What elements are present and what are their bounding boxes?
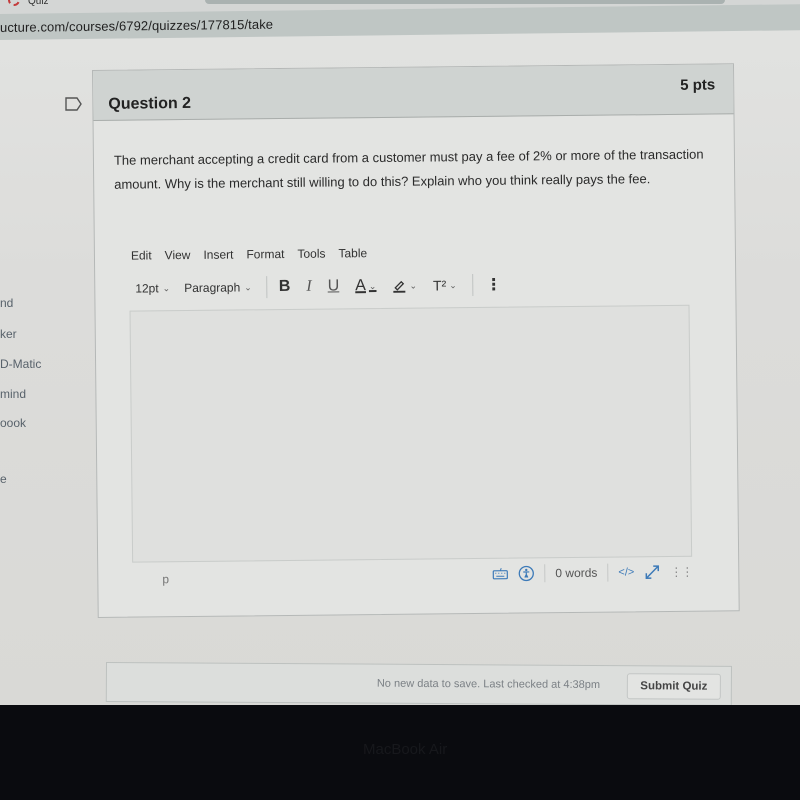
question-card: Question 2 5 pts The merchant accepting … bbox=[92, 63, 740, 618]
more-options-button[interactable]: ⋮ bbox=[486, 275, 502, 295]
sidebar-item[interactable]: oook bbox=[0, 416, 26, 430]
sidebar-item[interactable]: e bbox=[0, 472, 7, 486]
accessibility-icon bbox=[518, 565, 535, 582]
keyboard-shortcuts-button[interactable] bbox=[492, 568, 509, 580]
editor-toolbar: 12pt ⌄ Paragraph ⌄ B I U A ⌄ ⌄ T² ⌄ ⋮ bbox=[135, 272, 518, 302]
menu-insert[interactable]: Insert bbox=[203, 248, 233, 262]
editor-statusbar: p 0 words </> ⋮⋮ bbox=[132, 561, 692, 593]
superscript-button[interactable]: T² ⌄ bbox=[433, 277, 457, 293]
resize-handle-icon[interactable]: ⋮⋮ bbox=[670, 565, 692, 579]
sidebar-item[interactable]: ker bbox=[0, 327, 17, 341]
statusbar-tools: 0 words </> ⋮⋮ bbox=[492, 563, 692, 583]
font-size-value: 12pt bbox=[135, 281, 159, 296]
chevron-down-icon: ⌄ bbox=[449, 279, 457, 290]
chevron-down-icon: ⌄ bbox=[368, 280, 377, 291]
toolbar-divider bbox=[472, 274, 474, 297]
editor-menubar: Edit View Insert Format Tools Table bbox=[131, 246, 367, 262]
sidebar-item[interactable]: nd bbox=[0, 296, 13, 310]
toolbar-divider bbox=[265, 276, 267, 299]
fullscreen-button[interactable] bbox=[644, 564, 660, 580]
chevron-down-icon: ⌄ bbox=[244, 281, 252, 292]
text-color-icon: A bbox=[355, 277, 366, 295]
autosave-status: No new data to save. Last checked at 4:3… bbox=[376, 677, 601, 692]
tab-favicon-icon bbox=[8, 0, 20, 6]
word-count: 0 words bbox=[555, 565, 598, 581]
statusbar-divider bbox=[607, 563, 609, 582]
expand-icon bbox=[645, 565, 660, 579]
highlighter-icon bbox=[393, 280, 406, 293]
menu-format[interactable]: Format bbox=[246, 247, 284, 261]
question-text: The merchant accepting a credit card fro… bbox=[113, 146, 704, 192]
menu-view[interactable]: View bbox=[165, 248, 191, 262]
accessibility-checker-button[interactable] bbox=[518, 565, 535, 582]
menu-tools[interactable]: Tools bbox=[297, 247, 325, 261]
device-label: MacBook Air bbox=[363, 741, 448, 758]
sidebar-item[interactable]: mind bbox=[0, 387, 26, 401]
font-size-select[interactable]: 12pt ⌄ bbox=[135, 281, 170, 295]
answer-editor[interactable] bbox=[129, 304, 693, 563]
text-color-button[interactable]: A ⌄ bbox=[355, 277, 376, 295]
active-tab[interactable] bbox=[205, 0, 725, 4]
question-header: Question 2 5 pts bbox=[93, 64, 734, 121]
quiz-footer: No new data to save. Last checked at 4:3… bbox=[105, 662, 732, 706]
bold-button[interactable]: B bbox=[279, 278, 291, 296]
question-points: 5 pts bbox=[680, 76, 716, 94]
statusbar-divider bbox=[544, 564, 546, 583]
flag-question-icon[interactable] bbox=[65, 97, 83, 111]
underline-button[interactable]: U bbox=[328, 277, 340, 295]
chevron-down-icon: ⌄ bbox=[162, 282, 171, 293]
sidebar-item[interactable]: D-Matic bbox=[0, 357, 41, 371]
submit-quiz-button[interactable]: Submit Quiz bbox=[626, 673, 721, 700]
highlight-color-button[interactable]: ⌄ bbox=[392, 279, 417, 293]
question-title: Question 2 bbox=[108, 94, 192, 113]
menu-edit[interactable]: Edit bbox=[131, 248, 152, 262]
block-format-select[interactable]: Paragraph ⌄ bbox=[184, 280, 252, 295]
superscript-icon: T² bbox=[432, 277, 447, 294]
chevron-down-icon: ⌄ bbox=[409, 280, 418, 291]
laptop-bezel: MacBook Air bbox=[0, 705, 800, 800]
menu-table[interactable]: Table bbox=[338, 246, 367, 260]
italic-button[interactable]: I bbox=[306, 278, 312, 296]
block-format-value: Paragraph bbox=[184, 280, 241, 296]
tab-title[interactable]: Quiz bbox=[28, 0, 49, 7]
element-path[interactable]: p bbox=[162, 572, 169, 586]
keyboard-icon bbox=[492, 568, 509, 580]
html-editor-toggle[interactable]: </> bbox=[618, 566, 634, 578]
screen: Quiz ucture.com/courses/6792/quizzes/177… bbox=[0, 0, 800, 706]
url-text[interactable]: ucture.com/courses/6792/quizzes/177815/t… bbox=[0, 17, 273, 35]
